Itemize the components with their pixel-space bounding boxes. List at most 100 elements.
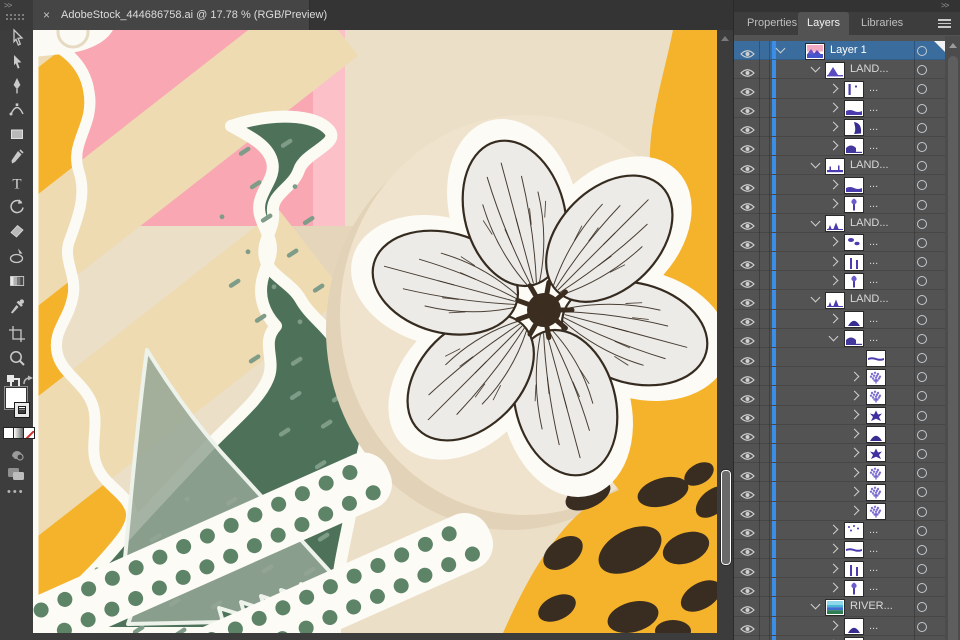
target-circle[interactable] — [917, 180, 927, 191]
layer-row-[interactable]: ... — [734, 578, 945, 598]
layer-thumbnail[interactable] — [866, 503, 886, 520]
scroll-up-icon[interactable] — [721, 36, 729, 41]
layer-row-[interactable]: ... — [734, 559, 945, 579]
layer-name[interactable]: ... — [869, 255, 878, 267]
layer-thumbnail[interactable] — [844, 253, 864, 271]
target-circle[interactable] — [917, 65, 927, 76]
gradient-tool[interactable] — [5, 270, 29, 292]
target-circle[interactable] — [917, 276, 927, 287]
layer-thumbnail[interactable] — [844, 100, 864, 118]
layer-row-[interactable]: ... — [734, 539, 945, 560]
scroll-up-icon[interactable] — [949, 43, 957, 48]
tab-libraries[interactable]: Libraries — [852, 12, 912, 35]
eyedropper-tool[interactable] — [5, 295, 29, 317]
expand-chevron-icon[interactable] — [810, 158, 821, 169]
canvas-vscroll-thumb[interactable] — [720, 469, 732, 566]
panel-collapse-button[interactable]: >> — [941, 2, 949, 10]
layer-thumbnail[interactable] — [866, 464, 886, 482]
layer-row[interactable] — [734, 386, 945, 406]
expand-chevron-icon[interactable] — [828, 563, 839, 574]
shaper-tool[interactable] — [5, 245, 29, 267]
stroke-swatch[interactable] — [13, 401, 31, 419]
draw-mode-icon[interactable] — [4, 463, 28, 485]
expand-chevron-icon[interactable] — [849, 505, 860, 516]
expand-chevron-icon[interactable] — [828, 236, 839, 247]
expand-chevron-icon[interactable] — [775, 43, 786, 54]
layer-thumbnail[interactable] — [825, 61, 845, 79]
layer-name[interactable]: LAND... — [850, 159, 889, 171]
target-circle[interactable] — [917, 602, 927, 613]
canvas-horizontal-scrollbar[interactable] — [33, 633, 733, 640]
target-circle[interactable] — [917, 333, 927, 344]
target-circle[interactable] — [917, 295, 927, 306]
target-circle[interactable] — [917, 621, 927, 632]
target-circle[interactable] — [917, 583, 927, 594]
layer-thumbnail[interactable] — [844, 176, 864, 194]
expand-chevron-icon[interactable] — [828, 543, 839, 554]
layer-row-[interactable]: ... — [734, 309, 945, 329]
expand-chevron-icon[interactable] — [849, 390, 860, 401]
layer-row-[interactable]: ... — [734, 79, 945, 99]
layer-row-[interactable]: ... — [734, 232, 945, 253]
expand-chevron-icon[interactable] — [810, 62, 821, 73]
target-circle[interactable] — [917, 103, 927, 114]
layer-thumbnail[interactable] — [844, 618, 864, 636]
expand-chevron-icon[interactable] — [828, 256, 839, 267]
layer-thumbnail[interactable] — [866, 445, 886, 463]
more-ellipsis[interactable]: ••• — [7, 486, 25, 498]
layer-row-land[interactable]: LAND... — [734, 213, 945, 233]
layer-thumbnail[interactable] — [866, 387, 886, 405]
expand-chevron-icon[interactable] — [828, 331, 839, 342]
layer-row[interactable] — [734, 443, 945, 464]
target-circle[interactable] — [917, 161, 927, 172]
layers-scrollbar[interactable] — [945, 36, 960, 640]
layer-thumbnail[interactable] — [825, 598, 845, 616]
target-circle[interactable] — [917, 544, 927, 555]
expand-chevron-icon[interactable] — [828, 83, 839, 94]
target-circle[interactable] — [917, 487, 927, 498]
layer-name[interactable]: ... — [869, 140, 878, 152]
layer-row-[interactable]: ... — [734, 117, 945, 137]
layer-name[interactable]: RIVER... — [850, 600, 893, 612]
layer-name[interactable]: ... — [869, 524, 878, 536]
expand-chevron-icon[interactable] — [849, 409, 860, 420]
layer-row-[interactable]: ... — [734, 271, 945, 291]
expand-chevron-icon[interactable] — [828, 275, 839, 286]
paintbrush-tool[interactable] — [5, 147, 29, 169]
layer-thumbnail[interactable] — [844, 80, 864, 98]
direct-selection-tool[interactable] — [5, 51, 29, 73]
layer-thumbnail[interactable] — [844, 541, 864, 559]
expand-chevron-icon[interactable] — [828, 313, 839, 324]
layer-thumbnail[interactable] — [844, 579, 864, 597]
layer-thumbnail[interactable] — [844, 138, 864, 156]
layer-row-layer1[interactable]: Layer 1 — [734, 41, 945, 61]
layer-name[interactable]: ... — [869, 102, 878, 114]
expand-chevron-icon[interactable] — [828, 121, 839, 132]
target-circle[interactable] — [917, 218, 927, 229]
expand-chevron-icon[interactable] — [828, 582, 839, 593]
layer-thumbnail[interactable] — [805, 42, 825, 60]
tab-layers[interactable]: Layers — [798, 12, 850, 36]
target-circle[interactable] — [917, 237, 927, 248]
layer-thumbnail[interactable] — [866, 368, 886, 386]
layer-row-land[interactable]: LAND... — [734, 60, 945, 80]
layer-row-[interactable]: ... — [734, 175, 945, 195]
target-circle[interactable] — [917, 410, 927, 421]
layer-name[interactable]: ... — [869, 236, 878, 248]
selection-tool[interactable] — [5, 27, 29, 49]
target-circle[interactable] — [917, 199, 927, 210]
rectangle-tool[interactable] — [5, 123, 29, 145]
layer-thumbnail[interactable] — [844, 330, 864, 348]
document-tab[interactable]: × AdobeStock_444686758.ai @ 17.78 % (RGB… — [33, 0, 327, 30]
layer-thumbnail[interactable] — [844, 196, 864, 213]
target-circle[interactable] — [917, 353, 927, 363]
layer-row[interactable] — [734, 501, 945, 521]
layer-row[interactable] — [734, 405, 945, 425]
layer-name[interactable]: ... — [869, 121, 878, 133]
layer-name[interactable]: LAND... — [850, 293, 889, 305]
expand-chevron-icon[interactable] — [810, 292, 821, 303]
layer-thumbnail[interactable] — [866, 426, 886, 444]
expand-chevron-icon[interactable] — [849, 486, 860, 497]
layer-name[interactable]: ... — [869, 313, 878, 325]
layer-row[interactable] — [734, 463, 945, 483]
